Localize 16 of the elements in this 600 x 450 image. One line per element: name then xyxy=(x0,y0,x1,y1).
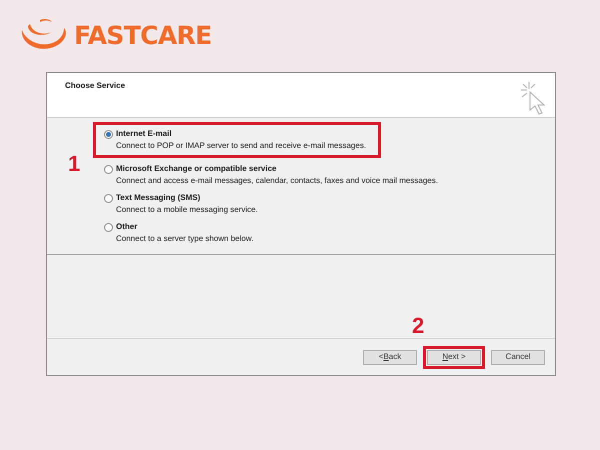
step-number: 1 xyxy=(68,153,80,175)
brand-name: FASTCARE xyxy=(74,20,212,52)
step-number: 2 xyxy=(412,314,424,336)
dialog-title: Choose Service xyxy=(65,81,126,92)
radio-option[interactable]: Other xyxy=(104,222,254,232)
option-description: Connect to POP or IMAP server to send and receive e-mail messages. xyxy=(115,141,366,151)
option-description: Connect to a mobile messaging service. xyxy=(115,205,258,215)
cursor-sparkle-icon xyxy=(519,81,547,115)
dialog-button[interactable]: <Back xyxy=(363,350,417,364)
dialog-button[interactable]: Cancel xyxy=(491,350,545,364)
option-description: Connect and access e-mail messages, calendar, contacts, faxes and voice mail messages. xyxy=(115,176,438,186)
radio-option[interactable]: Text Messaging (SMS) xyxy=(104,193,258,203)
radio-option[interactable]: Internet E-mail xyxy=(104,129,366,139)
option-description: Connect to a server type shown below. xyxy=(115,234,254,244)
dialog-button[interactable]: Next > xyxy=(427,350,481,364)
radio-option[interactable]: Microsoft Exchange or compatible service xyxy=(104,164,438,174)
